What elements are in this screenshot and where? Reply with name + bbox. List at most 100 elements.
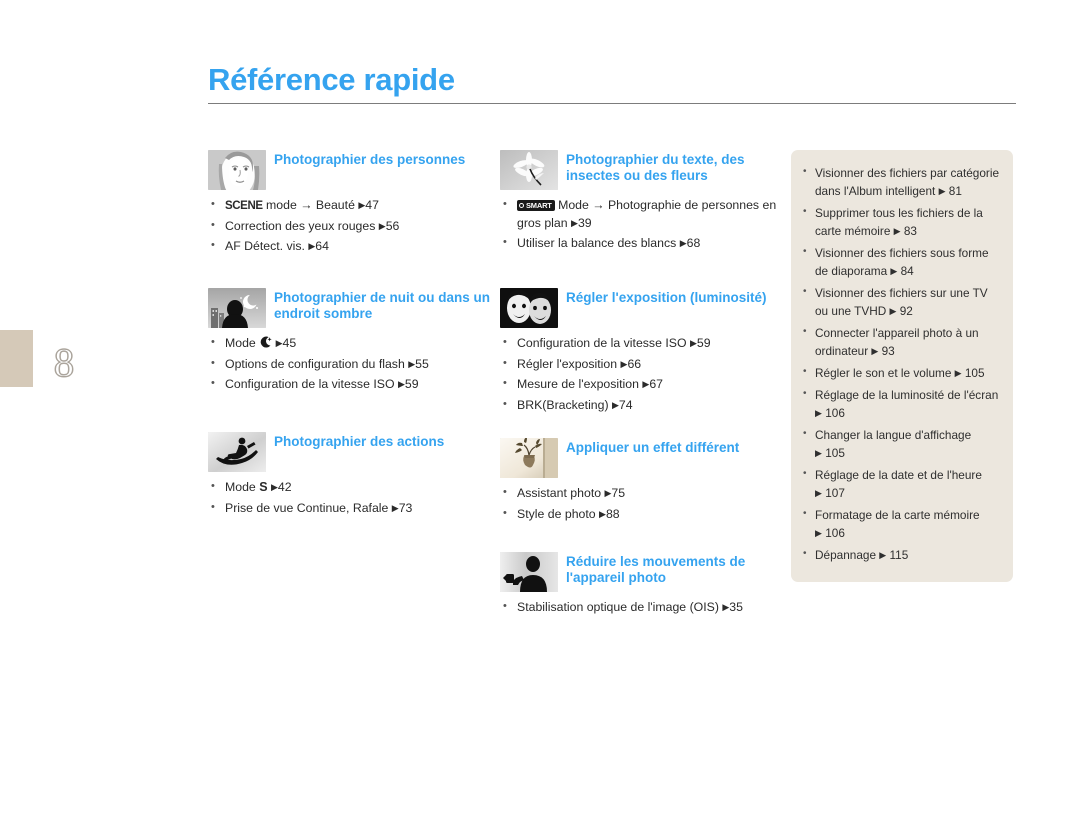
list-item[interactable]: BRK(Bracketing) ▶74 bbox=[500, 396, 788, 416]
page-arrow-icon: ▶ bbox=[879, 550, 887, 560]
reference-section: Réduire les mouvements de l'appareil pho… bbox=[500, 552, 788, 620]
reference-section: Photographier des personnes SCENE mode → … bbox=[208, 150, 493, 259]
page-arrow-icon: ▶ bbox=[889, 306, 897, 316]
section-item-list: Assistant photo ▶75Style de photo ▶88 bbox=[500, 484, 788, 525]
page-reference: ▶ 105 bbox=[815, 446, 845, 460]
page-reference: ▶ 93 bbox=[871, 344, 895, 358]
page-reference: ▶ 115 bbox=[879, 548, 909, 562]
s-mode-badge: S bbox=[259, 480, 268, 494]
list-item[interactable]: Configuration de la vitesse ISO ▶59 bbox=[208, 375, 493, 395]
page-reference: ▶55 bbox=[408, 356, 429, 371]
page-reference: ▶42 bbox=[270, 480, 292, 494]
page-arrow-icon: ▶ bbox=[722, 602, 730, 612]
section-item-list: Mode S ▶42Prise de vue Continue, Rafale … bbox=[208, 478, 493, 519]
page-arrow-icon: ▶ bbox=[871, 346, 879, 356]
list-item[interactable]: SCENE mode → Beauté ▶47 bbox=[208, 196, 493, 216]
page-reference: ▶66 bbox=[620, 356, 642, 371]
list-item[interactable]: Réglage de la date et de l'heure ▶ 107 bbox=[801, 465, 1001, 503]
list-item[interactable]: Mode ▶45 bbox=[208, 334, 493, 354]
page-reference: ▶75 bbox=[604, 486, 626, 500]
section-header: Appliquer un effet différent bbox=[500, 438, 788, 478]
page-number: 8 bbox=[54, 340, 75, 386]
list-item[interactable]: Style de photo ▶88 bbox=[500, 505, 788, 525]
list-item[interactable]: Utiliser la balance des blancs ▶68 bbox=[500, 234, 788, 254]
page-arrow-icon: ▶ bbox=[571, 217, 578, 228]
list-item[interactable]: Visionner des fichiers sous forme de dia… bbox=[801, 243, 1001, 281]
night-scene-icon bbox=[208, 288, 266, 328]
list-item[interactable]: Correction des yeux rouges ▶56 bbox=[208, 217, 493, 237]
page-reference: ▶68 bbox=[679, 236, 701, 250]
snowboarder-action-icon bbox=[208, 432, 266, 472]
page-arrow-icon: ▶ bbox=[815, 408, 822, 418]
section-header: Photographier des personnes bbox=[208, 150, 493, 190]
list-item[interactable]: Dépannage ▶ 115 bbox=[801, 545, 1001, 565]
page-reference: ▶74 bbox=[612, 397, 633, 412]
page-arrow-icon: ▶ bbox=[890, 266, 898, 276]
page-reference: ▶73 bbox=[391, 500, 413, 515]
list-item[interactable]: Prise de vue Continue, Rafale ▶73 bbox=[208, 499, 493, 519]
list-item[interactable]: Assistant photo ▶75 bbox=[500, 484, 788, 504]
list-item[interactable]: Visionner des fichiers sur une TV ou une… bbox=[801, 283, 1001, 321]
page-arrow-icon: ▶ bbox=[275, 338, 283, 348]
list-item[interactable]: AF Détect. vis. ▶64 bbox=[208, 237, 493, 257]
playback-settings-panel: Visionner des fichiers par catégorie dan… bbox=[791, 150, 1013, 582]
section-title: Photographier du texte, des insectes ou … bbox=[566, 152, 745, 183]
page-arrow-icon: ▶ bbox=[612, 399, 619, 410]
section-header: Photographier du texte, des insectes ou … bbox=[500, 150, 788, 190]
scene-mode-badge: SCENE bbox=[225, 200, 263, 212]
page-arrow-icon: ▶ bbox=[938, 186, 946, 196]
list-item[interactable]: Options de configuration du flash ▶55 bbox=[208, 355, 493, 375]
page-edge-tab bbox=[0, 330, 33, 387]
page-arrow-icon: ▶ bbox=[642, 379, 650, 389]
list-item[interactable]: Connecter l'appareil photo à un ordinate… bbox=[801, 323, 1001, 361]
list-item[interactable]: Visionner des fichiers par catégorie dan… bbox=[801, 163, 1001, 201]
page-arrow-icon: ▶ bbox=[815, 528, 822, 538]
page-arrow-icon: ▶ bbox=[620, 358, 628, 369]
page-arrow-icon: ▶ bbox=[270, 482, 278, 492]
page-reference: ▶ 105 bbox=[954, 366, 985, 380]
section-title: Réduire les mouvements de l'appareil pho… bbox=[566, 554, 746, 585]
page-reference: ▶88 bbox=[599, 506, 620, 521]
page-reference: ▶59 bbox=[397, 377, 419, 391]
section-title: Photographier de nuit ou dans un endroit… bbox=[274, 290, 490, 321]
section-title: Photographier des actions bbox=[274, 434, 445, 449]
list-item[interactable]: Mode S ▶42 bbox=[208, 478, 493, 498]
list-item[interactable]: Réglage de la luminosité de l'écran ▶ 10… bbox=[801, 385, 1001, 423]
list-item[interactable]: Mesure de l'exposition ▶67 bbox=[500, 375, 788, 395]
section-header: Réduire les mouvements de l'appareil pho… bbox=[500, 552, 788, 592]
list-item[interactable]: Formatage de la carte mémoire ▶ 106 bbox=[801, 505, 1001, 543]
smart-mode-badge: SMART bbox=[517, 200, 555, 211]
page-arrow-icon: ▶ bbox=[954, 368, 962, 378]
list-item[interactable]: Régler l'exposition ▶66 bbox=[500, 355, 788, 375]
section-title: Photographier des personnes bbox=[274, 152, 466, 167]
page-reference: ▶ 92 bbox=[889, 304, 913, 318]
section-item-list: Stabilisation optique de l'image (OIS) ▶… bbox=[500, 598, 788, 618]
page-reference: ▶67 bbox=[642, 377, 663, 391]
camera-shake-icon bbox=[500, 552, 558, 592]
header-divider bbox=[208, 103, 1016, 104]
section-item-list: SMART Mode → Photographie de personnes e… bbox=[500, 196, 788, 254]
page-arrow-icon: ▶ bbox=[378, 220, 386, 231]
page-arrow-icon: ▶ bbox=[599, 508, 606, 519]
list-item[interactable]: Changer la langue d'affichage ▶ 105 bbox=[801, 425, 1001, 463]
page-arrow-icon: ▶ bbox=[604, 488, 612, 498]
reference-section: Photographier des actions Mode S ▶42Prise… bbox=[208, 432, 493, 520]
page-reference: ▶59 bbox=[689, 336, 711, 350]
reference-section: Régler l'exposition (luminosité) Configur… bbox=[500, 288, 788, 417]
list-item[interactable]: Configuration de la vitesse ISO ▶59 bbox=[500, 334, 788, 354]
reference-section: Photographier de nuit ou dans un endroit… bbox=[208, 288, 493, 397]
list-item[interactable]: SMART Mode → Photographie de personnes e… bbox=[500, 196, 788, 233]
page-reference: ▶ 83 bbox=[893, 224, 917, 238]
list-item[interactable]: Supprimer tous les fichiers de la carte … bbox=[801, 203, 1001, 241]
section-header: Photographier de nuit ou dans un endroit… bbox=[208, 288, 493, 328]
section-title: Appliquer un effet différent bbox=[566, 440, 740, 455]
list-item[interactable]: Régler le son et le volume ▶ 105 bbox=[801, 363, 1001, 383]
page-arrow-icon: ▶ bbox=[815, 488, 822, 498]
page-reference: ▶47 bbox=[358, 198, 379, 212]
section-title: Régler l'exposition (luminosité) bbox=[566, 290, 767, 305]
page-arrow-icon: ▶ bbox=[893, 226, 901, 236]
page-arrow-icon: ▶ bbox=[689, 338, 697, 348]
page-arrow-icon: ▶ bbox=[815, 448, 822, 458]
list-item[interactable]: Stabilisation optique de l'image (OIS) ▶… bbox=[500, 598, 788, 618]
reference-section: Photographier du texte, des insectes ou … bbox=[500, 150, 788, 256]
